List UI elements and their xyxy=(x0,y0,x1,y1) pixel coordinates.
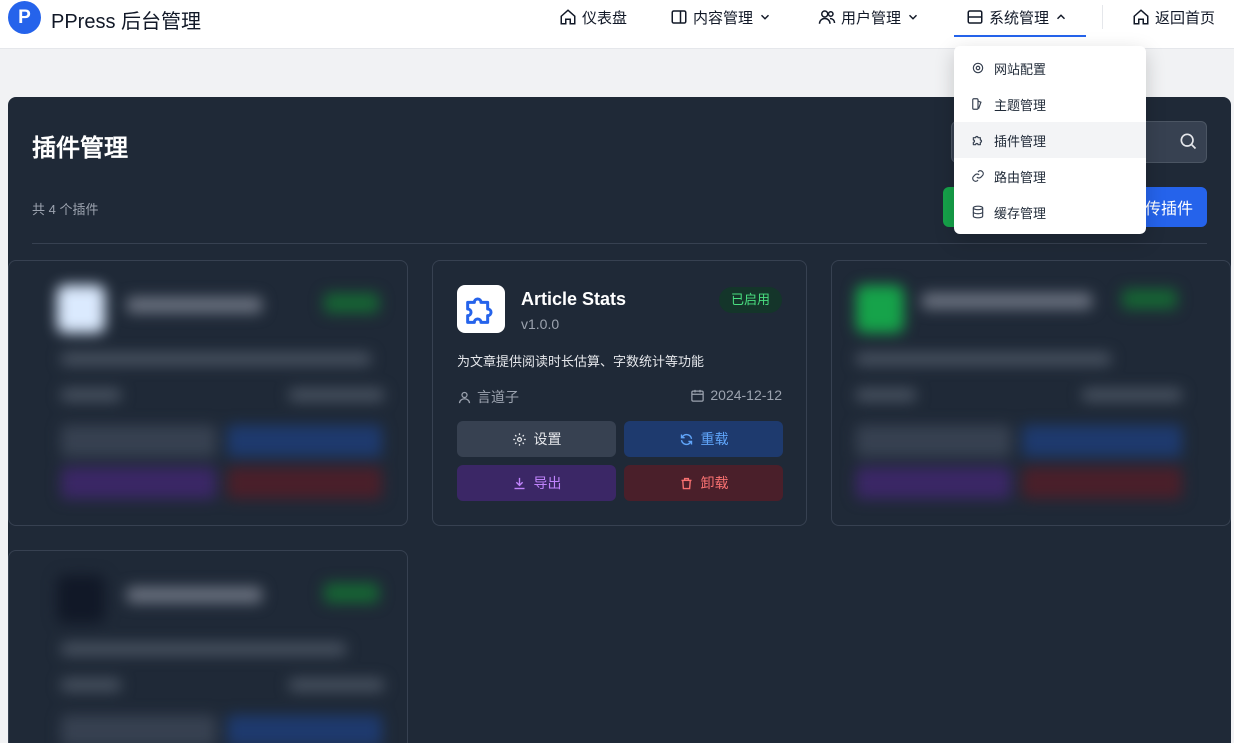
server-icon xyxy=(967,10,983,24)
uninstall-label: 卸载 xyxy=(700,475,729,491)
plugin-version: v1.0.0 xyxy=(521,316,560,332)
document-icon xyxy=(671,10,687,24)
home-icon xyxy=(1133,9,1149,25)
home-icon xyxy=(560,9,576,25)
plugin-logo xyxy=(457,285,505,333)
plugin-date: 2024-12-12 xyxy=(690,387,782,403)
nav-users[interactable]: 用户管理 xyxy=(818,6,920,28)
gear-icon xyxy=(972,62,984,74)
app-title[interactable]: PPress 后台管理 xyxy=(51,5,201,34)
menu-item-label: 路由管理 xyxy=(994,169,1047,185)
menu-item-label: 插件管理 xyxy=(994,133,1047,149)
menu-item-label: 网站配置 xyxy=(994,61,1047,77)
download-icon xyxy=(514,477,524,489)
nav-dashboard-label: 仪表盘 xyxy=(582,9,628,27)
plugin-reload-button[interactable]: 重载 xyxy=(624,421,783,457)
link-icon xyxy=(972,170,984,182)
plugin-card xyxy=(8,550,408,743)
puzzle-icon xyxy=(466,297,493,324)
menu-item-label: 缓存管理 xyxy=(994,205,1047,221)
calendar-icon xyxy=(691,389,705,402)
nav-users-label: 用户管理 xyxy=(841,9,902,27)
nav-home[interactable]: 返回首页 xyxy=(1132,6,1215,28)
refresh-icon xyxy=(680,433,692,445)
plugin-settings-button[interactable]: 设置 xyxy=(457,421,616,457)
nav-home-label: 返回首页 xyxy=(1155,9,1216,27)
menu-item-label: 主题管理 xyxy=(994,97,1047,113)
settings-label: 设置 xyxy=(533,431,562,447)
author-name: 言道子 xyxy=(477,389,519,405)
nav-divider xyxy=(1102,5,1103,29)
plugin-date-value: 2024-12-12 xyxy=(710,387,782,403)
search-icon[interactable] xyxy=(1178,131,1198,151)
reload-label: 重载 xyxy=(700,431,729,447)
top-navbar: P PPress 后台管理 仪表盘 内容管理 用户管理 系统管理 返回首页 xyxy=(0,0,1234,49)
plugin-name: Article Stats xyxy=(521,289,627,309)
plugin-export-button[interactable]: 导出 xyxy=(457,465,616,501)
menu-item-cache[interactable]: 缓存管理 xyxy=(954,194,1146,230)
users-icon xyxy=(818,10,836,24)
database-icon xyxy=(972,205,984,219)
nav-system[interactable]: 系统管理 xyxy=(966,6,1068,28)
page-title: 插件管理 xyxy=(32,135,128,162)
plugin-card xyxy=(8,260,408,526)
menu-item-themes[interactable]: 主题管理 xyxy=(954,86,1146,122)
plugin-card xyxy=(831,260,1231,526)
plugin-author: 言道子 xyxy=(457,387,519,407)
menu-item-routes[interactable]: 路由管理 xyxy=(954,158,1146,194)
header-divider xyxy=(32,243,1207,244)
plugin-description: 为文章提供阅读时长估算、字数统计等功能 xyxy=(457,354,705,369)
plugin-card-article-stats: Article Stats v1.0.0 已启用 为文章提供阅读时长估算、字数统… xyxy=(432,260,807,526)
app-logo[interactable]: P xyxy=(8,1,41,34)
chevron-up-icon xyxy=(1057,14,1066,20)
menu-item-site-config[interactable]: 网站配置 xyxy=(954,50,1146,86)
nav-content[interactable]: 内容管理 xyxy=(670,6,772,28)
status-badge: 已启用 xyxy=(718,287,782,313)
trash-icon xyxy=(681,477,691,489)
system-menu-dropdown: 网站配置 主题管理 插件管理 路由管理 缓存管理 xyxy=(954,46,1146,234)
plugin-uninstall-button[interactable]: 卸载 xyxy=(624,465,783,501)
palette-icon xyxy=(972,98,982,110)
puzzle-icon xyxy=(972,135,983,146)
chevron-down-icon xyxy=(909,14,918,20)
user-icon xyxy=(458,391,471,403)
nav-active-indicator xyxy=(954,35,1086,37)
chevron-down-icon xyxy=(761,14,770,20)
export-label: 导出 xyxy=(533,475,562,491)
nav-dashboard[interactable]: 仪表盘 xyxy=(559,6,627,28)
gear-icon xyxy=(512,432,526,446)
nav-content-label: 内容管理 xyxy=(693,9,754,27)
nav-system-label: 系统管理 xyxy=(989,9,1050,27)
plugin-count: 共 4 个插件 xyxy=(32,202,99,217)
menu-item-plugins[interactable]: 插件管理 xyxy=(954,122,1146,158)
